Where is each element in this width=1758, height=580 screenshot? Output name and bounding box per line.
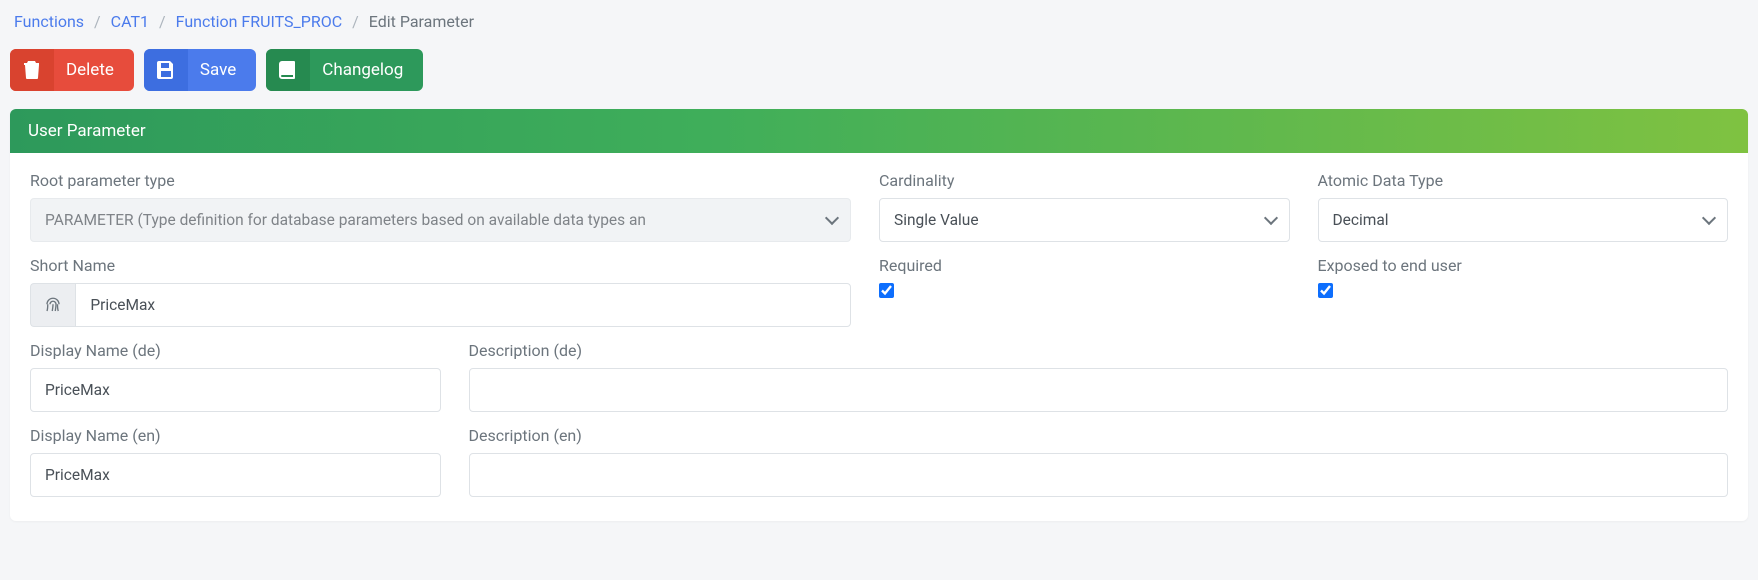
- trash-icon: [10, 49, 54, 91]
- breadcrumb-separator: /: [94, 12, 101, 31]
- root-parameter-type-label: Root parameter type: [30, 171, 851, 190]
- breadcrumb-current: Edit Parameter: [369, 12, 474, 31]
- exposed-checkbox[interactable]: [1318, 283, 1333, 298]
- save-button-label: Save: [200, 60, 256, 80]
- description-en-label: Description (en): [469, 426, 1729, 445]
- display-name-en-label: Display Name (en): [30, 426, 441, 445]
- delete-button[interactable]: Delete: [10, 49, 134, 91]
- toolbar: Delete Save Changelog: [10, 49, 1748, 91]
- parameter-panel: User Parameter Root parameter type PARAM…: [10, 109, 1748, 521]
- breadcrumb-link-cat1[interactable]: CAT1: [111, 12, 149, 31]
- description-de-input[interactable]: [469, 368, 1729, 412]
- breadcrumb-link-function[interactable]: Function FRUITS_PROC: [176, 12, 342, 31]
- breadcrumb: Functions / CAT1 / Function FRUITS_PROC …: [10, 12, 1748, 31]
- save-icon: [144, 49, 188, 91]
- root-parameter-type-select: PARAMETER (Type definition for database …: [30, 198, 851, 242]
- panel-body: Root parameter type PARAMETER (Type defi…: [10, 153, 1748, 521]
- required-label: Required: [879, 256, 1290, 275]
- breadcrumb-separator: /: [159, 12, 166, 31]
- short-name-label: Short Name: [30, 256, 851, 275]
- required-checkbox[interactable]: [879, 283, 894, 298]
- breadcrumb-separator: /: [352, 12, 359, 31]
- display-name-de-label: Display Name (de): [30, 341, 441, 360]
- breadcrumb-link-functions[interactable]: Functions: [14, 12, 84, 31]
- changelog-button[interactable]: Changelog: [266, 49, 423, 91]
- description-en-input[interactable]: [469, 453, 1729, 497]
- panel-title: User Parameter: [10, 109, 1748, 153]
- save-button[interactable]: Save: [144, 49, 256, 91]
- fingerprint-icon: [30, 283, 75, 327]
- short-name-input[interactable]: [75, 283, 851, 327]
- cardinality-select[interactable]: Single Value: [879, 198, 1290, 242]
- atomic-data-type-select[interactable]: Decimal: [1318, 198, 1729, 242]
- delete-button-label: Delete: [66, 60, 134, 80]
- exposed-label: Exposed to end user: [1318, 256, 1729, 275]
- changelog-button-label: Changelog: [322, 60, 423, 80]
- atomic-data-type-label: Atomic Data Type: [1318, 171, 1729, 190]
- book-icon: [266, 49, 310, 91]
- display-name-de-input[interactable]: [30, 368, 441, 412]
- display-name-en-input[interactable]: [30, 453, 441, 497]
- description-de-label: Description (de): [469, 341, 1729, 360]
- cardinality-label: Cardinality: [879, 171, 1290, 190]
